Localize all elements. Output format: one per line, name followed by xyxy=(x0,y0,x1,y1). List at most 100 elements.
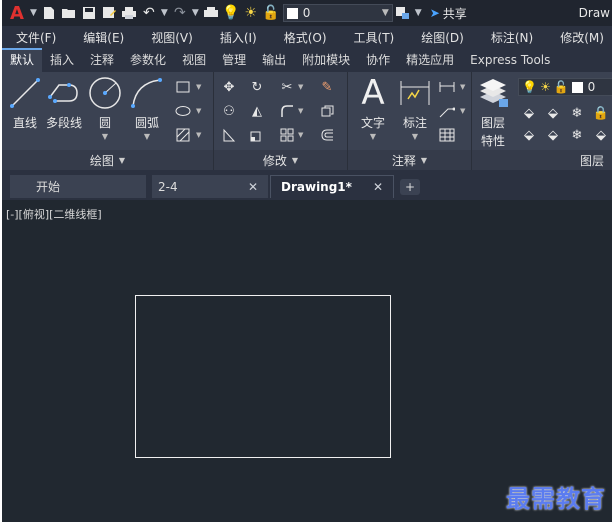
tab-express-tools[interactable]: Express Tools xyxy=(462,48,558,72)
tab-addins[interactable]: 附加模块 xyxy=(294,48,358,72)
rectangle-icon[interactable] xyxy=(174,78,192,96)
sun-icon[interactable]: ☀ xyxy=(241,3,261,23)
file-tab-start[interactable]: 开始 xyxy=(10,175,146,198)
modify-panel-title[interactable]: 修改 ▼ xyxy=(214,150,347,170)
draw-panel-title[interactable]: 绘图 ▼ xyxy=(2,150,213,170)
lightbulb-icon[interactable]: 💡 xyxy=(221,3,241,23)
layer-tool-icon-8[interactable]: ⬙ xyxy=(592,126,610,144)
tab-collaborate[interactable]: 协作 xyxy=(358,48,398,72)
rotate-icon[interactable]: ↻ xyxy=(248,78,266,96)
stretch-icon[interactable] xyxy=(220,126,238,144)
offset-icon[interactable] xyxy=(318,126,336,144)
menu-modify[interactable]: 修改(M) xyxy=(546,29,612,46)
new-file-icon[interactable] xyxy=(39,3,59,23)
menu-file[interactable]: 文件(F) xyxy=(2,29,69,46)
leader-dropdown-icon[interactable]: ▼ xyxy=(460,107,465,115)
save-icon[interactable] xyxy=(79,3,99,23)
redo-icon[interactable]: ↷ xyxy=(170,3,190,23)
arc-dropdown-icon[interactable]: ▼ xyxy=(144,132,150,141)
ellipse-icon[interactable] xyxy=(174,102,192,120)
drawn-rectangle[interactable] xyxy=(135,295,391,458)
tab-annotate[interactable]: 注释 xyxy=(82,48,122,72)
menu-tools[interactable]: 工具(T) xyxy=(340,29,408,46)
copy-icon[interactable]: ⚇ xyxy=(220,102,238,120)
customize-qat-icon[interactable]: ▼ xyxy=(415,8,422,18)
tab-output[interactable]: 输出 xyxy=(254,48,294,72)
layer-dropdown[interactable]: 0 ▼ xyxy=(282,4,393,22)
save-as-icon[interactable] xyxy=(99,3,119,23)
layer-tool-icon-6[interactable]: ⬙ xyxy=(544,126,562,144)
linear-dimension-dropdown-icon[interactable]: ▼ xyxy=(460,83,465,91)
erase-icon[interactable]: ✎ xyxy=(318,78,336,96)
trim-icon[interactable]: ✂ xyxy=(278,78,296,96)
circle-dropdown-icon[interactable]: ▼ xyxy=(102,132,108,141)
polyline-tool-button[interactable]: 多段线 xyxy=(46,76,82,131)
tab-manage[interactable]: 管理 xyxy=(214,48,254,72)
annotation-panel-title[interactable]: 注释 ▼ xyxy=(348,150,471,170)
layers-panel: 图层 特性 💡 ☀ 🔓 0 ⬙ ⬙ ❄ 🔒 ⬙ ⬙ ❄ ⬙ 图层 xyxy=(472,72,612,170)
workspace-icon[interactable] xyxy=(393,3,413,23)
new-tab-button[interactable]: + xyxy=(400,179,420,195)
dimension-tool-button[interactable]: 标注 ▼ xyxy=(398,76,432,141)
trim-dropdown-icon[interactable]: ▼ xyxy=(298,83,303,91)
close-icon[interactable]: ✕ xyxy=(373,180,383,194)
redo-dropdown-icon[interactable]: ▼ xyxy=(192,8,199,18)
open-folder-icon[interactable] xyxy=(59,3,79,23)
tab-default[interactable]: 默认 xyxy=(2,48,43,72)
autocad-window: A ▼ ↶ ▼ ↷ ▼ 💡 ☀ 🔓 0 ▼ ▼ ➤ 共享 Draw 文件(F) … xyxy=(2,0,612,522)
array-icon[interactable] xyxy=(278,126,296,144)
text-dropdown-icon[interactable]: ▼ xyxy=(370,132,376,141)
scale-icon[interactable] xyxy=(248,126,266,144)
menu-dimension[interactable]: 标注(N) xyxy=(477,29,546,46)
fillet-icon[interactable] xyxy=(278,102,296,120)
text-tool-button[interactable]: A 文字 ▼ xyxy=(356,73,390,141)
hatch-icon[interactable] xyxy=(174,126,192,144)
fillet-dropdown-icon[interactable]: ▼ xyxy=(298,107,303,115)
tab-insert[interactable]: 插入 xyxy=(42,48,82,72)
plot-icon[interactable] xyxy=(201,3,221,23)
drawing-canvas[interactable]: [-][俯视][二维线框] 最需教育 xyxy=(2,200,612,522)
ribbon-layer-dropdown[interactable]: 💡 ☀ 🔓 0 xyxy=(518,78,612,96)
tab-featured-apps[interactable]: 精选应用 xyxy=(398,48,462,72)
chevron-down-icon[interactable]: ▼ xyxy=(30,8,37,18)
array-dropdown-icon[interactable]: ▼ xyxy=(298,131,303,139)
undo-dropdown-icon[interactable]: ▼ xyxy=(161,8,168,18)
layer-tool-icon-2[interactable]: ⬙ xyxy=(544,104,562,122)
menu-insert[interactable]: 插入(I) xyxy=(206,29,270,46)
menu-edit[interactable]: 编辑(E) xyxy=(69,29,137,46)
line-tool-button[interactable]: 直线 xyxy=(8,76,42,131)
hatch-dropdown-icon[interactable]: ▼ xyxy=(196,131,201,139)
share-button[interactable]: ➤ 共享 xyxy=(430,5,467,22)
dimension-dropdown-icon[interactable]: ▼ xyxy=(412,132,418,141)
ellipse-dropdown-icon[interactable]: ▼ xyxy=(196,107,201,115)
rectangle-dropdown-icon[interactable]: ▼ xyxy=(196,83,201,91)
tab-parametric[interactable]: 参数化 xyxy=(122,48,174,72)
leader-icon[interactable] xyxy=(438,102,456,120)
layer-tool-icon-7[interactable]: ❄ xyxy=(568,126,586,144)
menu-draw[interactable]: 绘图(D) xyxy=(407,29,477,46)
circle-tool-button[interactable]: 圆 ▼ xyxy=(88,76,122,141)
explode-icon[interactable] xyxy=(318,102,336,120)
viewport-controls-label[interactable]: [-][俯视][二维线框] xyxy=(6,206,102,222)
print-icon[interactable] xyxy=(119,3,139,23)
mirror-icon[interactable]: ◭ xyxy=(248,102,266,120)
menu-view[interactable]: 视图(V) xyxy=(137,29,206,46)
file-tab-2-4[interactable]: 2-4 ✕ xyxy=(152,175,268,198)
menu-format[interactable]: 格式(O) xyxy=(270,29,340,46)
layer-tool-icon-3[interactable]: ❄ xyxy=(568,104,586,122)
lock-icon[interactable]: 🔓 xyxy=(261,3,281,23)
tab-view[interactable]: 视图 xyxy=(174,48,214,72)
arc-tool-button[interactable]: 圆弧 ▼ xyxy=(130,76,164,141)
layer-tool-icon-5[interactable]: ⬙ xyxy=(520,126,538,144)
layer-tool-icon-4[interactable]: 🔒 xyxy=(592,104,610,122)
move-icon[interactable]: ✥ xyxy=(220,78,238,96)
file-tab-drawing1[interactable]: Drawing1* ✕ xyxy=(270,175,394,198)
close-icon[interactable]: ✕ xyxy=(248,180,258,194)
undo-icon[interactable]: ↶ xyxy=(139,3,159,23)
table-icon[interactable] xyxy=(438,126,456,144)
layer-properties-button[interactable]: 图层 特性 xyxy=(476,76,510,149)
app-logo-icon[interactable]: A xyxy=(6,2,28,24)
layer-tool-icon-1[interactable]: ⬙ xyxy=(520,104,538,122)
layers-panel-title[interactable]: 图层 xyxy=(472,150,612,170)
linear-dimension-icon[interactable] xyxy=(438,78,456,96)
